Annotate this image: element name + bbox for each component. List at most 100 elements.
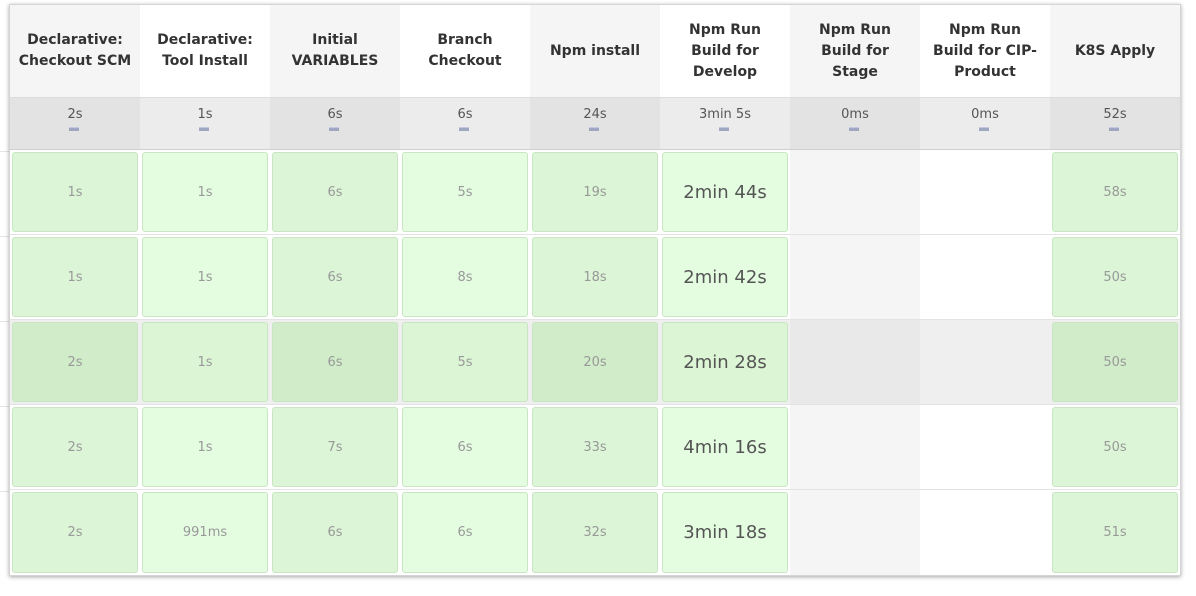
stage-header[interactable]: Npm Run Build for Develop xyxy=(660,5,790,97)
stage-header[interactable]: Npm Run Build for CIP-Product xyxy=(920,5,1050,97)
stage-header[interactable]: Declarative: Checkout SCM xyxy=(10,5,140,97)
stage-duration[interactable]: 2min 28s xyxy=(662,322,788,402)
stage-cell[interactable]: 6s xyxy=(400,490,530,575)
stage-cell[interactable]: 33s xyxy=(530,405,660,489)
stage-duration[interactable]: 3min 18s xyxy=(662,492,788,573)
average-time-cell: 52s xyxy=(1050,98,1180,149)
stage-duration[interactable]: 1s xyxy=(12,237,138,317)
stage-duration[interactable]: 1s xyxy=(12,152,138,232)
stage-duration[interactable]: 18s xyxy=(532,237,658,317)
stage-cell[interactable]: 6s xyxy=(270,150,400,234)
stage-cell[interactable]: 7s xyxy=(270,405,400,489)
average-time-cell: 6s xyxy=(270,98,400,149)
average-time-bar xyxy=(69,127,79,131)
stage-cell[interactable]: 2s xyxy=(10,320,140,404)
stage-header[interactable]: Branch Checkout xyxy=(400,5,530,97)
stage-cell[interactable]: 1s xyxy=(140,235,270,319)
stage-cell[interactable]: 1s xyxy=(140,150,270,234)
stage-duration[interactable]: 8s xyxy=(402,237,528,317)
average-time: 52s xyxy=(1103,107,1127,122)
stage-duration[interactable]: 2min 42s xyxy=(662,237,788,317)
stage-cell[interactable]: 1s xyxy=(140,320,270,404)
stage-cell[interactable]: 1s xyxy=(10,235,140,319)
stage-duration[interactable]: 5s xyxy=(402,322,528,402)
stage-duration[interactable]: 50s xyxy=(1052,237,1178,317)
stage-duration[interactable]: 2s xyxy=(12,407,138,487)
stage-cell[interactable]: 1s xyxy=(140,405,270,489)
stage-duration[interactable]: 33s xyxy=(532,407,658,487)
stage-duration[interactable]: 6s xyxy=(272,322,398,402)
stage-duration[interactable]: 58s xyxy=(1052,152,1178,232)
average-time: 24s xyxy=(583,107,607,122)
stage-cell[interactable]: 8s xyxy=(400,235,530,319)
stage-cell[interactable]: 2min 44s xyxy=(660,150,790,234)
average-time-bar xyxy=(459,127,469,131)
stage-cell[interactable]: 19s xyxy=(530,150,660,234)
stage-duration[interactable]: 7s xyxy=(272,407,398,487)
average-time: 2s xyxy=(67,107,83,122)
stage-header[interactable]: Npm install xyxy=(530,5,660,97)
stage-cell[interactable]: 5s xyxy=(400,150,530,234)
stage-header[interactable]: Declarative: Tool Install xyxy=(140,5,270,97)
average-time: 6s xyxy=(327,107,343,122)
stage-cell[interactable]: 50s xyxy=(1050,320,1180,404)
stage-duration[interactable]: 1s xyxy=(142,322,268,402)
stage-cell-empty xyxy=(790,405,920,489)
stage-duration[interactable]: 32s xyxy=(532,492,658,573)
stage-duration[interactable]: 6s xyxy=(402,492,528,573)
stage-cell[interactable]: 32s xyxy=(530,490,660,575)
stage-cell[interactable]: 50s xyxy=(1050,405,1180,489)
stage-cell-empty xyxy=(920,150,1050,234)
stage-duration[interactable]: 5s xyxy=(402,152,528,232)
average-time: 6s xyxy=(457,107,473,122)
stage-duration[interactable]: 20s xyxy=(532,322,658,402)
stage-cell[interactable]: 6s xyxy=(270,320,400,404)
stage-cell[interactable]: 20s xyxy=(530,320,660,404)
stage-cell[interactable]: 2s xyxy=(10,405,140,489)
average-time-cell: 3min 5s xyxy=(660,98,790,149)
stage-cell[interactable]: 2s xyxy=(10,490,140,575)
stage-duration[interactable]: 6s xyxy=(402,407,528,487)
stage-duration[interactable]: 2s xyxy=(12,492,138,573)
stage-duration[interactable]: 1s xyxy=(142,237,268,317)
stage-header[interactable]: K8S Apply xyxy=(1050,5,1180,97)
stage-cell[interactable]: 5s xyxy=(400,320,530,404)
stage-duration[interactable]: 50s xyxy=(1052,322,1178,402)
average-time-bar xyxy=(199,127,209,131)
stage-duration[interactable]: 6s xyxy=(272,152,398,232)
build-row: 1s 1s 6s 5s 19s 2min 44s 58s xyxy=(10,150,1180,235)
stage-cell[interactable]: 2min 28s xyxy=(660,320,790,404)
stage-duration[interactable]: 6s xyxy=(272,237,398,317)
stage-cell[interactable]: 3min 18s xyxy=(660,490,790,575)
build-row: 2s 1s 7s 6s 33s 4min 16s 50s xyxy=(10,405,1180,490)
stage-cell-empty xyxy=(790,320,920,404)
stage-duration[interactable]: 2min 44s xyxy=(662,152,788,232)
stage-cell[interactable]: 6s xyxy=(270,235,400,319)
stage-duration[interactable]: 1s xyxy=(142,407,268,487)
stage-cell[interactable]: 991ms xyxy=(140,490,270,575)
stage-cell[interactable]: 6s xyxy=(270,490,400,575)
stage-cell[interactable]: 6s xyxy=(400,405,530,489)
average-time-bar xyxy=(589,127,599,131)
stage-header[interactable]: Initial VARIABLES xyxy=(270,5,400,97)
average-time-bar xyxy=(1109,127,1119,131)
stage-duration[interactable]: 50s xyxy=(1052,407,1178,487)
stage-header[interactable]: Npm Run Build for Stage xyxy=(790,5,920,97)
stage-cell[interactable]: 4min 16s xyxy=(660,405,790,489)
stage-cell[interactable]: 51s xyxy=(1050,490,1180,575)
stage-cell[interactable]: 18s xyxy=(530,235,660,319)
stage-duration[interactable]: 991ms xyxy=(142,492,268,573)
stage-duration[interactable]: 1s xyxy=(142,152,268,232)
stage-cell[interactable]: 1s xyxy=(10,150,140,234)
average-time-cell: 1s xyxy=(140,98,270,149)
stage-cell[interactable]: 50s xyxy=(1050,235,1180,319)
average-time-cell: 0ms xyxy=(920,98,1050,149)
stage-duration[interactable]: 51s xyxy=(1052,492,1178,573)
stage-duration[interactable]: 2s xyxy=(12,322,138,402)
stage-cell[interactable]: 58s xyxy=(1050,150,1180,234)
stage-duration[interactable]: 19s xyxy=(532,152,658,232)
build-row: 2s 1s 6s 5s 20s 2min 28s 50s xyxy=(10,320,1180,405)
stage-duration[interactable]: 4min 16s xyxy=(662,407,788,487)
stage-cell[interactable]: 2min 42s xyxy=(660,235,790,319)
stage-duration[interactable]: 6s xyxy=(272,492,398,573)
